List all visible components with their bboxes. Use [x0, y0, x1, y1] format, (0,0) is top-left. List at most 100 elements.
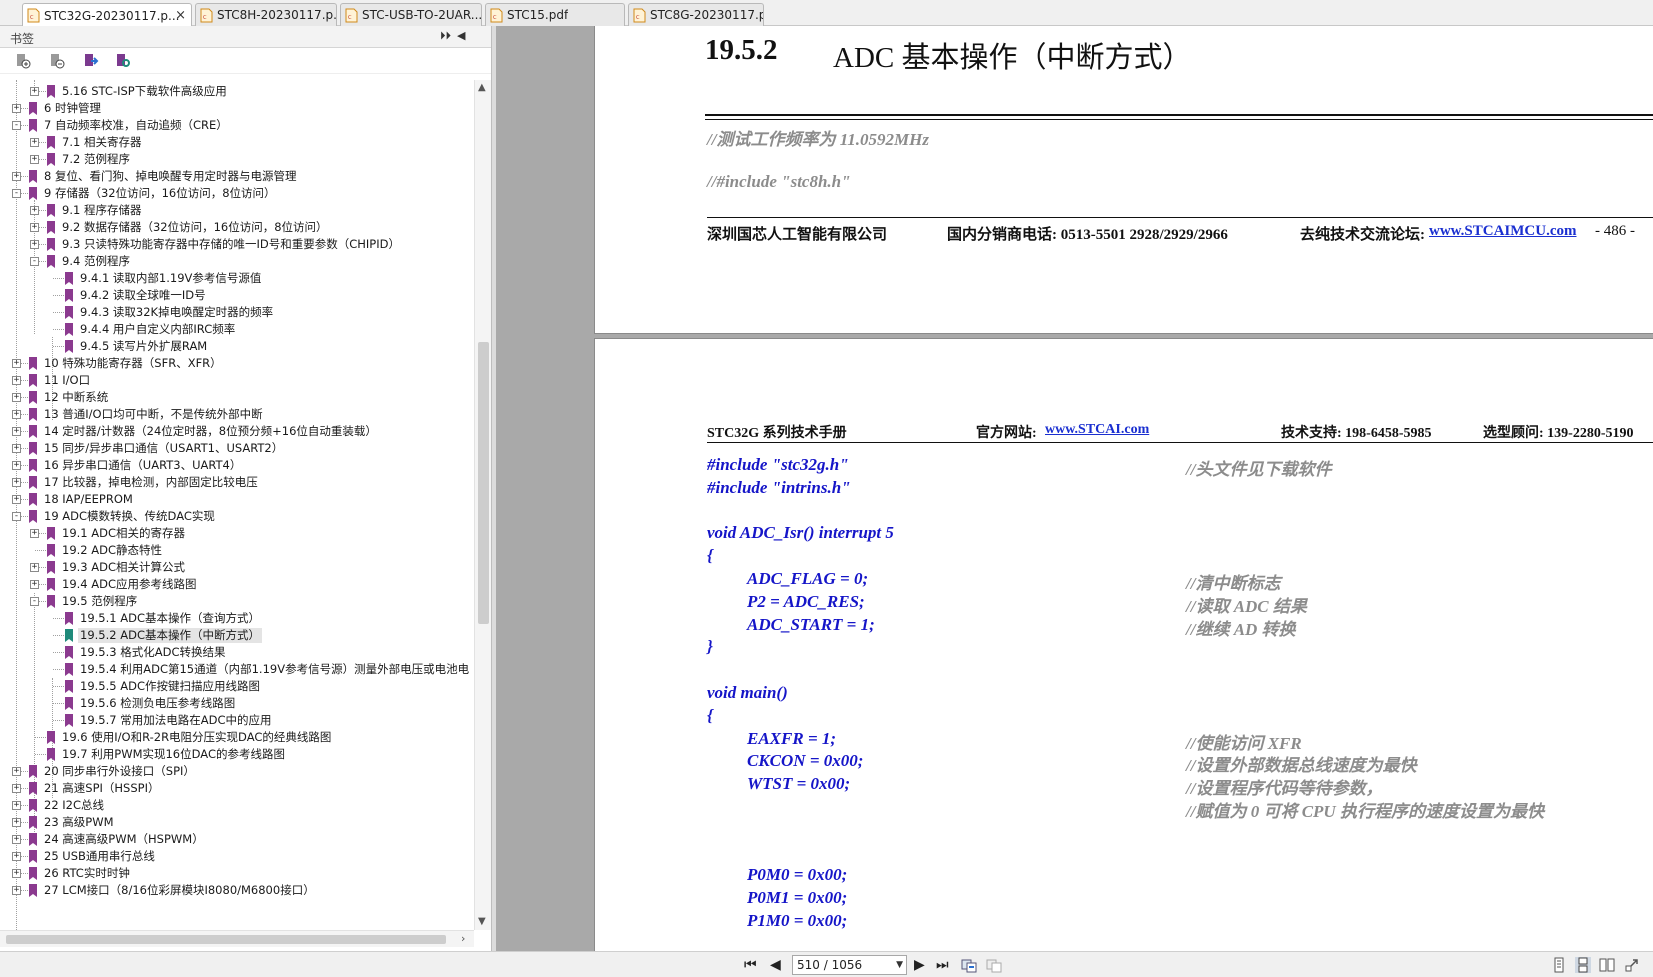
bookmark-item[interactable]: +5.16 STC-ISP下载软件高级应用 [0, 83, 474, 100]
bookmark-item[interactable]: 9.4.4 用户自定义内部IRC频率 [0, 321, 474, 338]
expand-bookmark-icon[interactable] [14, 52, 32, 70]
bookmark-item[interactable]: 9.4.1 读取内部1.19V参考信号源值 [0, 270, 474, 287]
expand-node-icon[interactable]: + [12, 478, 21, 487]
bookmark-item[interactable]: +9.1 程序存储器 [0, 202, 474, 219]
scroll-right-icon[interactable]: › [461, 932, 465, 945]
bookmark-item[interactable]: +19.4 ADC应用参考线路图 [0, 576, 474, 593]
forward-view-icon[interactable] [986, 957, 1002, 973]
bookmark-item[interactable]: +17 比较器，掉电检测，内部固定比较电压 [0, 474, 474, 491]
expand-node-icon[interactable]: + [12, 376, 21, 385]
page-dropdown-icon[interactable]: ▼ [896, 956, 903, 974]
bookmark-item[interactable]: +27 LCM接口（8/16位彩屏模块I8080/M6800接口） [0, 882, 474, 899]
bookmark-item[interactable]: +19.3 ADC相关计算公式 [0, 559, 474, 576]
bookmark-item[interactable]: +9.2 数据存储器（32位访问，16位访问，8位访问） [0, 219, 474, 236]
bookmark-item[interactable]: +20 同步串行外设接口（SPI） [0, 763, 474, 780]
expand-node-icon[interactable]: + [12, 495, 21, 504]
bookmark-item[interactable]: 19.2 ADC静态特性 [0, 542, 474, 559]
continuous-view-icon[interactable] [1575, 957, 1591, 973]
bookmark-item[interactable]: +23 高级PWM [0, 814, 474, 831]
expand-node-icon[interactable]: + [12, 172, 21, 181]
collapse-bookmark-icon[interactable] [48, 52, 66, 70]
bookmark-item[interactable]: +16 异步串口通信（UART3、UART4） [0, 457, 474, 474]
expand-node-icon[interactable]: + [12, 104, 21, 113]
find-bookmark-icon[interactable] [114, 52, 132, 70]
bookmark-item[interactable]: 19.6 使用I/O和R-2R电阻分压实现DAC的经典线路图 [0, 729, 474, 746]
document-tab[interactable]: C STC-USB-TO-2UAR... [340, 3, 482, 26]
bookmark-item[interactable]: +7.1 相关寄存器 [0, 134, 474, 151]
expand-node-icon[interactable]: + [12, 444, 21, 453]
expand-node-icon[interactable]: + [30, 223, 39, 232]
bookmark-scroll-thumb[interactable] [478, 342, 489, 624]
expand-node-icon[interactable]: + [12, 461, 21, 470]
bookmark-item[interactable]: +13 普通I/O口均可中断，不是传统外部中断 [0, 406, 474, 423]
expand-node-icon[interactable]: + [30, 563, 39, 572]
bookmark-horizontal-scrollbar[interactable]: › [0, 930, 474, 947]
expand-node-icon[interactable]: + [12, 886, 21, 895]
dock-panel-icon[interactable]: ⏵⏵ [440, 29, 451, 43]
collapse-node-icon[interactable]: - [12, 121, 21, 130]
bookmark-item[interactable]: +10 特殊功能寄存器（SFR、XFR） [0, 355, 474, 372]
bookmark-item[interactable]: +7.2 范例程序 [0, 151, 474, 168]
bookmark-item[interactable]: 19.5.1 ADC基本操作（查询方式） [0, 610, 474, 627]
document-tab[interactable]: C STC8G-20230117.p... [628, 3, 764, 26]
collapse-node-icon[interactable]: - [12, 189, 21, 198]
bookmark-item[interactable]: +11 I/O口 [0, 372, 474, 389]
single-page-view-icon[interactable] [1551, 957, 1567, 973]
bookmark-item[interactable]: +18 IAP/EEPROM [0, 491, 474, 508]
facing-view-icon[interactable] [1599, 957, 1615, 973]
bookmark-item[interactable]: - 7 自动频率校准，自动追频（CRE） [0, 117, 474, 134]
bookmark-item[interactable]: +15 同步/异步串口通信（USART1、USART2） [0, 440, 474, 457]
next-page-icon[interactable]: ▶ [914, 957, 925, 973]
footer-forum-link[interactable]: www.STCAIMCU.com [1429, 223, 1577, 240]
close-tab-icon[interactable]: × [175, 8, 186, 23]
bookmark-item[interactable]: +26 RTC实时时钟 [0, 865, 474, 882]
expand-node-icon[interactable]: + [12, 427, 21, 436]
back-view-icon[interactable] [961, 957, 977, 973]
expand-node-icon[interactable]: + [12, 869, 21, 878]
bookmark-item[interactable]: - 9 存储器（32位访问，16位访问，8位访问） [0, 185, 474, 202]
bookmark-item[interactable]: - 9.4 范例程序 [0, 253, 474, 270]
bookmark-item[interactable]: +21 高速SPI（HSSPI） [0, 780, 474, 797]
expand-node-icon[interactable]: + [12, 801, 21, 810]
bookmark-item[interactable]: +12 中断系统 [0, 389, 474, 406]
bookmark-item[interactable]: +8 复位、看门狗、掉电唤醒专用定时器与电源管理 [0, 168, 474, 185]
expand-node-icon[interactable]: + [30, 529, 39, 538]
expand-node-icon[interactable]: + [12, 818, 21, 827]
bookmark-item[interactable]: +9.3 只读特殊功能寄存器中存储的唯一ID号和重要参数（CHIPID） [0, 236, 474, 253]
scroll-up-icon[interactable]: ▲ [478, 82, 486, 93]
document-tab[interactable]: C STC15.pdf [485, 3, 625, 26]
bookmark-vertical-scrollbar[interactable]: ▲ ▼ [474, 80, 491, 930]
first-page-icon[interactable]: ⏮ [744, 957, 757, 973]
expand-node-icon[interactable]: + [12, 835, 21, 844]
expand-node-icon[interactable]: + [30, 580, 39, 589]
document-viewer[interactable]: 19.5.2 ADC 基本操作（中断方式） //测试工作频率为 11.0592M… [594, 26, 1653, 951]
previous-page-icon[interactable]: ◀ [770, 957, 781, 973]
expand-node-icon[interactable]: + [12, 410, 21, 419]
goto-bookmark-icon[interactable] [82, 52, 100, 70]
bookmark-item[interactable]: +14 定时器/计数器（24位定时器，8位预分频+16位自动重装载） [0, 423, 474, 440]
bookmark-item[interactable]: - 19 ADC模数转换、传统DAC实现 [0, 508, 474, 525]
header-site-link[interactable]: www.STCAI.com [1045, 422, 1149, 438]
bookmark-item[interactable]: 19.7 利用PWM实现16位DAC的参考线路图 [0, 746, 474, 763]
expand-node-icon[interactable]: + [12, 852, 21, 861]
document-tab[interactable]: C STC8H-20230117.p... [195, 3, 337, 26]
scroll-down-icon[interactable]: ▼ [478, 916, 486, 927]
expand-node-icon[interactable]: + [12, 767, 21, 776]
expand-node-icon[interactable]: + [30, 240, 39, 249]
bookmark-item[interactable]: 19.5.3 格式化ADC转换结果 [0, 644, 474, 661]
rotate-view-icon[interactable] [1624, 957, 1640, 973]
document-tab[interactable]: C STC32G-20230117.p... × [22, 3, 192, 27]
bookmark-item[interactable]: +22 I2C总线 [0, 797, 474, 814]
expand-node-icon[interactable]: + [30, 87, 39, 96]
bookmark-item[interactable]: +19.1 ADC相关的寄存器 [0, 525, 474, 542]
bookmark-item[interactable]: 9.4.5 读写片外扩展RAM [0, 338, 474, 355]
bookmark-item[interactable]: +24 高速高级PWM（HSPWM） [0, 831, 474, 848]
expand-node-icon[interactable]: + [30, 206, 39, 215]
expand-node-icon[interactable]: + [12, 393, 21, 402]
bookmark-item[interactable]: 19.5.2 ADC基本操作（中断方式） [0, 627, 474, 644]
expand-node-icon[interactable]: + [30, 155, 39, 164]
bookmark-item[interactable]: 19.5.4 利用ADC第15通道（内部1.19V参考信号源）测量外部电压或电池… [0, 661, 474, 678]
collapse-node-icon[interactable]: - [30, 257, 39, 266]
expand-node-icon[interactable]: + [12, 359, 21, 368]
bookmark-item[interactable]: 19.5.7 常用加法电路在ADC中的应用 [0, 712, 474, 729]
